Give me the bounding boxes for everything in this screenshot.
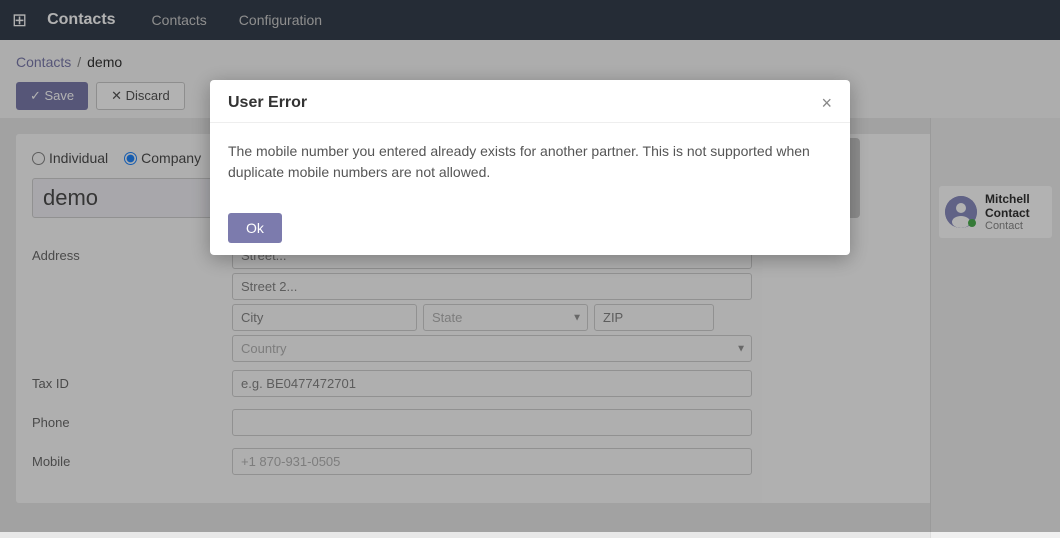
main-content: Individual Company Address [0, 118, 1060, 538]
modal-message: The mobile number you entered already ex… [228, 143, 810, 180]
user-error-modal: User Error × The mobile number you enter… [210, 118, 850, 255]
modal-body: The mobile number you entered already ex… [210, 123, 850, 201]
ok-button[interactable]: Ok [228, 213, 282, 243]
modal-footer: Ok [210, 201, 850, 255]
modal-overlay: User Error × The mobile number you enter… [0, 118, 1060, 532]
